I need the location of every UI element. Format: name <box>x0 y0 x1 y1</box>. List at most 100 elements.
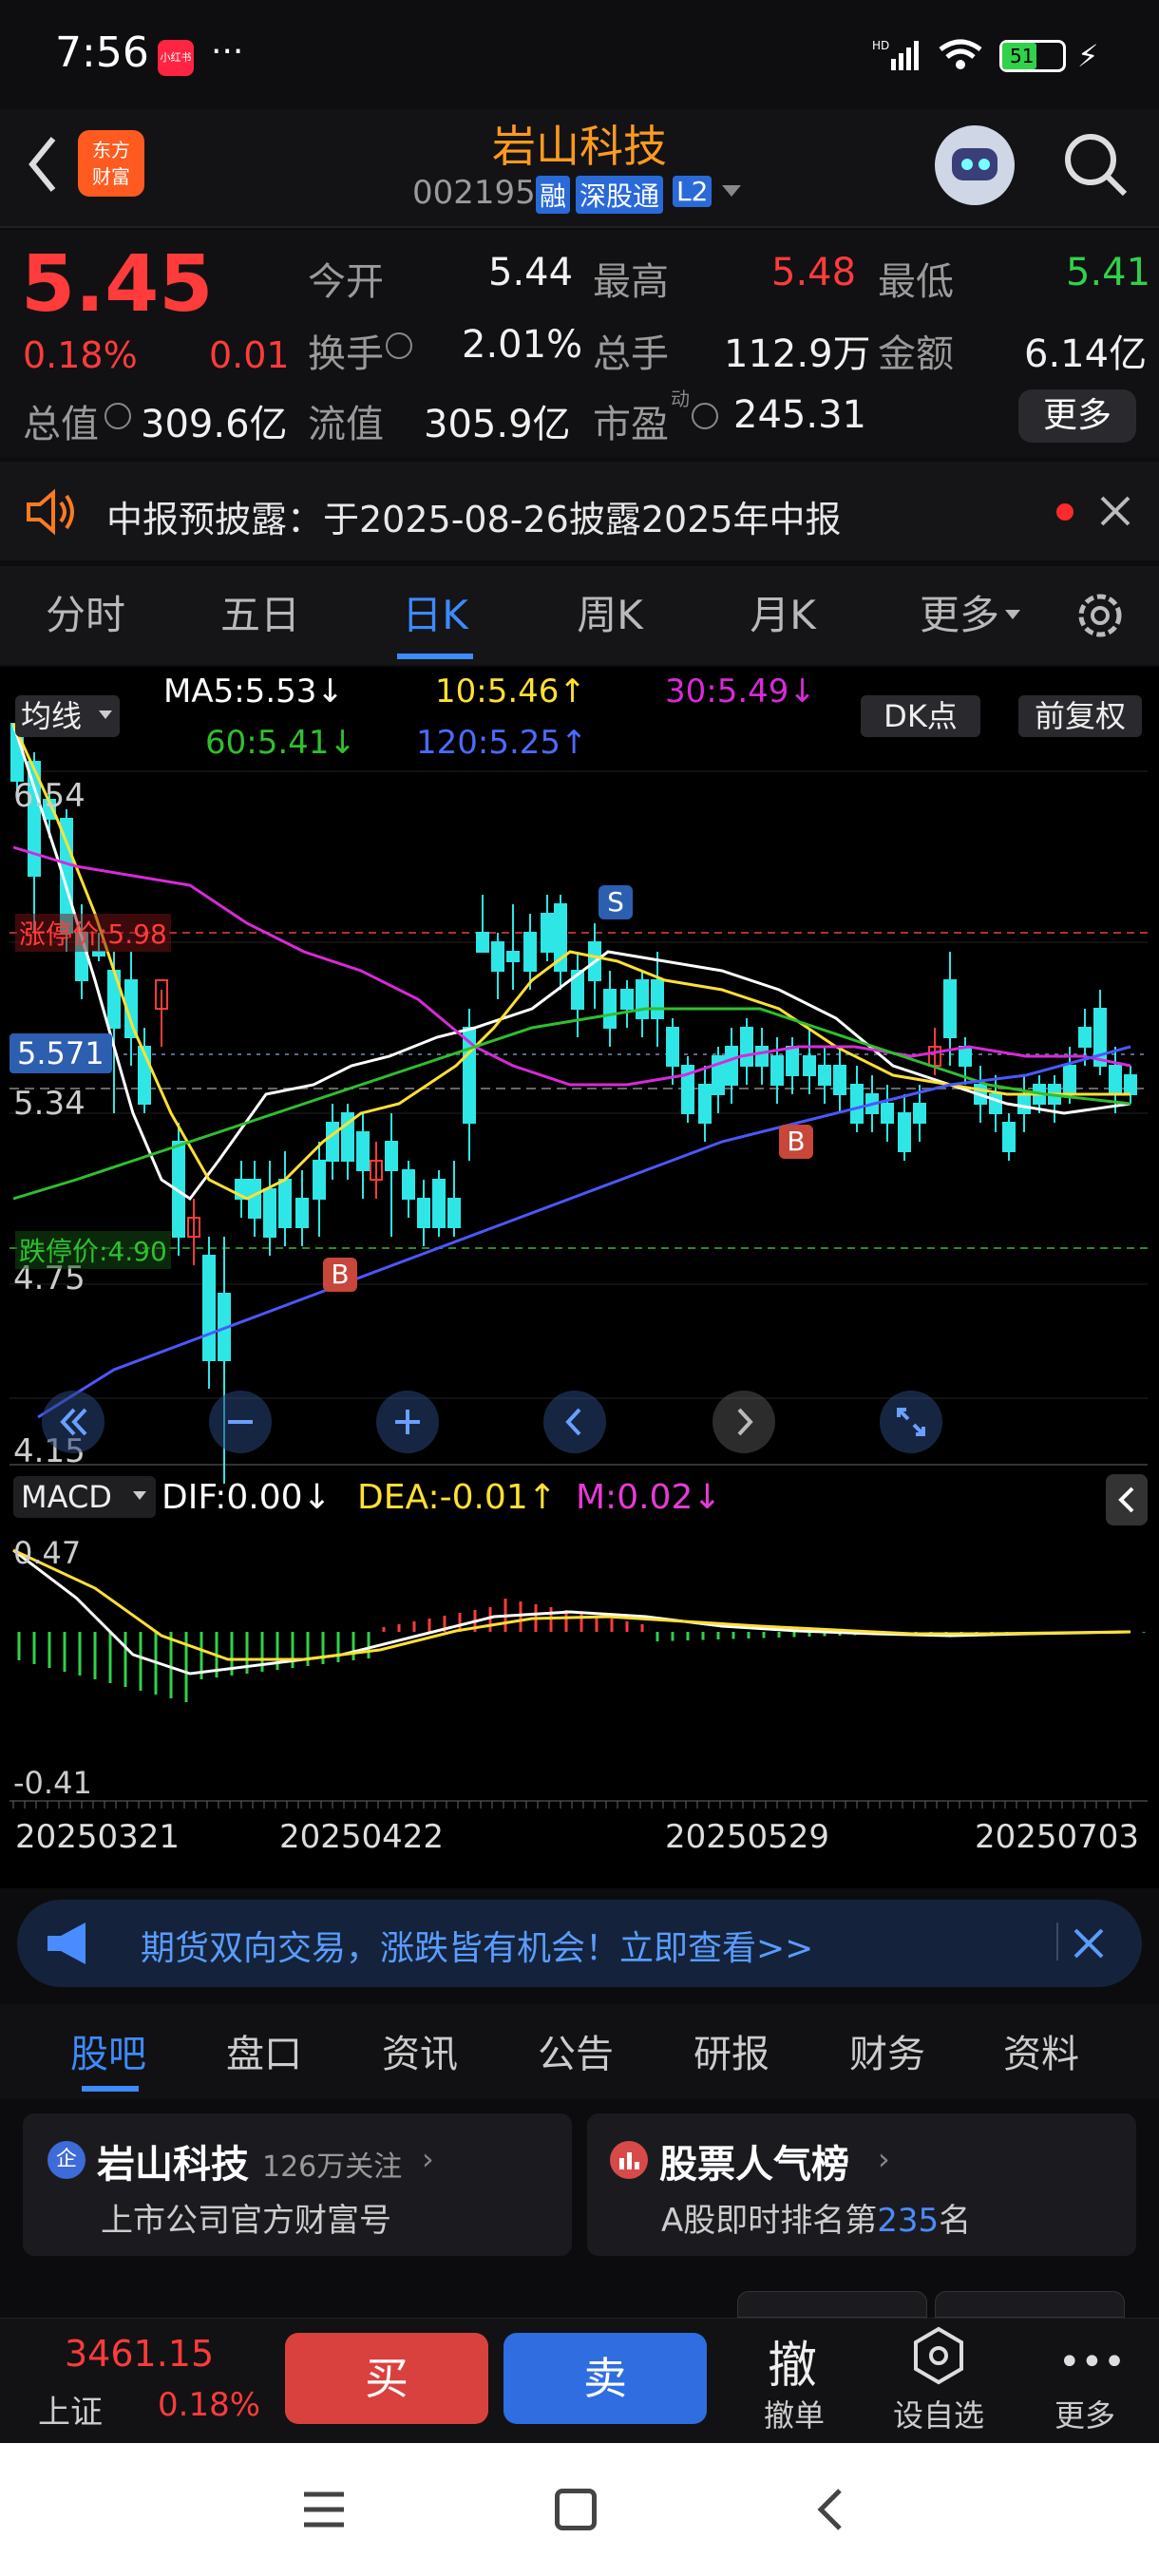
limit-up-label: 涨停价:5.98 <box>15 914 171 952</box>
index-name[interactable]: 上证 <box>38 2386 103 2433</box>
pe-superscript: 动 <box>671 388 690 410</box>
tab-news[interactable]: 资讯 <box>382 2023 458 2078</box>
candle-body <box>476 932 489 953</box>
chevron-down-icon[interactable] <box>99 710 112 719</box>
tab-pankou[interactable]: 盘口 <box>226 2023 302 2078</box>
candle-body <box>506 951 520 962</box>
candle-body <box>959 1046 972 1067</box>
divider <box>1056 1923 1058 1960</box>
enterprise-icon: 企 <box>48 2141 86 2179</box>
rank-suffix: 名 <box>939 2202 972 2240</box>
l2-tag[interactable]: L2 <box>673 176 712 207</box>
add-watchlist-label[interactable]: 设自选 <box>893 2392 984 2435</box>
sort-chip[interactable] <box>935 2291 1125 2318</box>
fast-back-icon[interactable] <box>42 1391 104 1453</box>
tab-monthly-k[interactable]: 月K <box>716 566 849 665</box>
candle-body <box>491 941 504 972</box>
sort-chip[interactable] <box>737 2291 927 2318</box>
info-icon[interactable] <box>692 403 718 429</box>
tab-weekly-k[interactable]: 周K <box>543 566 676 665</box>
candle-body <box>913 1103 926 1124</box>
info-icon[interactable] <box>386 332 412 359</box>
index-pct[interactable]: 0.18% <box>158 2386 260 2424</box>
tab-announcement[interactable]: 公告 <box>538 2023 614 2078</box>
date-label: 20250321 <box>15 1818 180 1856</box>
tab-guba[interactable]: 股吧 <box>70 2023 146 2078</box>
collapse-panel-icon[interactable] <box>1106 1474 1148 1525</box>
candle-body <box>541 913 554 953</box>
ma120-line <box>37 1045 1131 1419</box>
search-icon[interactable] <box>1060 129 1130 199</box>
add-watchlist-icon[interactable] <box>908 2325 969 2386</box>
kline-chart-area[interactable] <box>0 667 1159 1888</box>
charging-icon: ⚡ <box>1077 38 1099 74</box>
candle-body <box>833 1065 846 1095</box>
y-axis-top: 6.54 <box>13 777 86 815</box>
back-nav-icon[interactable] <box>811 2485 849 2534</box>
battery-level: 51 <box>1002 43 1036 69</box>
candle-body <box>1124 1074 1137 1095</box>
xiaohongshu-icon: 小红书 <box>158 40 194 76</box>
zoom-out-icon[interactable] <box>209 1391 272 1453</box>
chevron-down-icon[interactable] <box>722 185 741 197</box>
tab-intraday[interactable]: 分时 <box>19 566 152 665</box>
more-label[interactable]: 更多 <box>1054 2392 1115 2435</box>
info-icon[interactable] <box>104 403 131 429</box>
prev-icon[interactable] <box>543 1391 606 1453</box>
candle-body <box>295 1198 309 1228</box>
home-icon[interactable] <box>555 2489 597 2530</box>
volume-value: 112.9万 <box>724 332 871 376</box>
buy-signal-mark[interactable]: B <box>779 1125 813 1159</box>
cell-signal-icon: HD <box>872 38 927 72</box>
chevron-down-icon[interactable] <box>1005 610 1020 619</box>
candle-body <box>770 1055 784 1086</box>
candle-body <box>725 1046 738 1086</box>
cancel-order-label[interactable]: 撤单 <box>764 2392 825 2435</box>
candle-body <box>989 1093 1002 1114</box>
chevron-down-icon[interactable] <box>133 1491 146 1500</box>
buy-button[interactable]: 买 <box>285 2333 488 2424</box>
ma10-line <box>11 723 1130 1201</box>
tab-finance[interactable]: 财务 <box>849 2023 925 2078</box>
candle-body <box>1063 1065 1076 1095</box>
sell-button[interactable]: 卖 <box>504 2333 707 2424</box>
pe-label: 市盈 <box>593 403 669 446</box>
settings-gear-icon[interactable] <box>1072 587 1129 644</box>
tab-five-day[interactable]: 五日 <box>194 566 327 665</box>
dk-point-button[interactable]: DK点 <box>861 695 980 737</box>
tab-profile[interactable]: 资料 <box>1003 2023 1079 2078</box>
kline-chart[interactable] <box>0 667 1159 1888</box>
high-label: 最高 <box>593 260 669 304</box>
mcap-value: 309.6亿 <box>141 403 288 446</box>
fullscreen-icon[interactable] <box>880 1391 942 1453</box>
menu-icon[interactable] <box>300 2489 348 2530</box>
macd-axis-top: 0.47 <box>13 1535 82 1571</box>
cancel-order-icon[interactable]: 撤 <box>768 2325 817 2396</box>
tab-research[interactable]: 研报 <box>694 2023 770 2078</box>
more-notifications-icon: ··· <box>211 32 244 71</box>
tab-daily-k[interactable]: 日K <box>369 566 502 665</box>
next-icon[interactable] <box>712 1391 775 1453</box>
more-dots-icon[interactable]: ••• <box>1058 2340 1126 2384</box>
zoom-in-icon[interactable] <box>376 1391 439 1453</box>
candle-body <box>850 1084 864 1124</box>
candle-body <box>248 1179 261 1219</box>
buy-signal-mark[interactable]: B <box>323 1258 357 1292</box>
more-quote-button[interactable]: 更多 <box>1018 389 1136 443</box>
pe-value: 245.31 <box>733 393 866 437</box>
ma5-line <box>11 723 1131 1202</box>
adjust-mode-button[interactable]: 前复权 <box>1018 695 1142 737</box>
high-value: 5.48 <box>771 251 857 294</box>
sell-signal-mark[interactable]: S <box>598 885 633 919</box>
candle-body <box>636 979 649 1019</box>
close-icon[interactable] <box>1098 494 1132 528</box>
candle-body <box>1078 1027 1092 1048</box>
change-pct: 0.18% <box>23 334 138 376</box>
date-label: 20250422 <box>279 1818 445 1856</box>
candle-body <box>603 989 617 1029</box>
wifi-icon <box>937 38 984 72</box>
chevron-right-icon: › <box>878 2141 890 2177</box>
index-value[interactable]: 3461.15 <box>65 2333 214 2375</box>
close-icon[interactable] <box>1072 1926 1106 1960</box>
robot-assistant-icon[interactable] <box>935 125 1015 205</box>
